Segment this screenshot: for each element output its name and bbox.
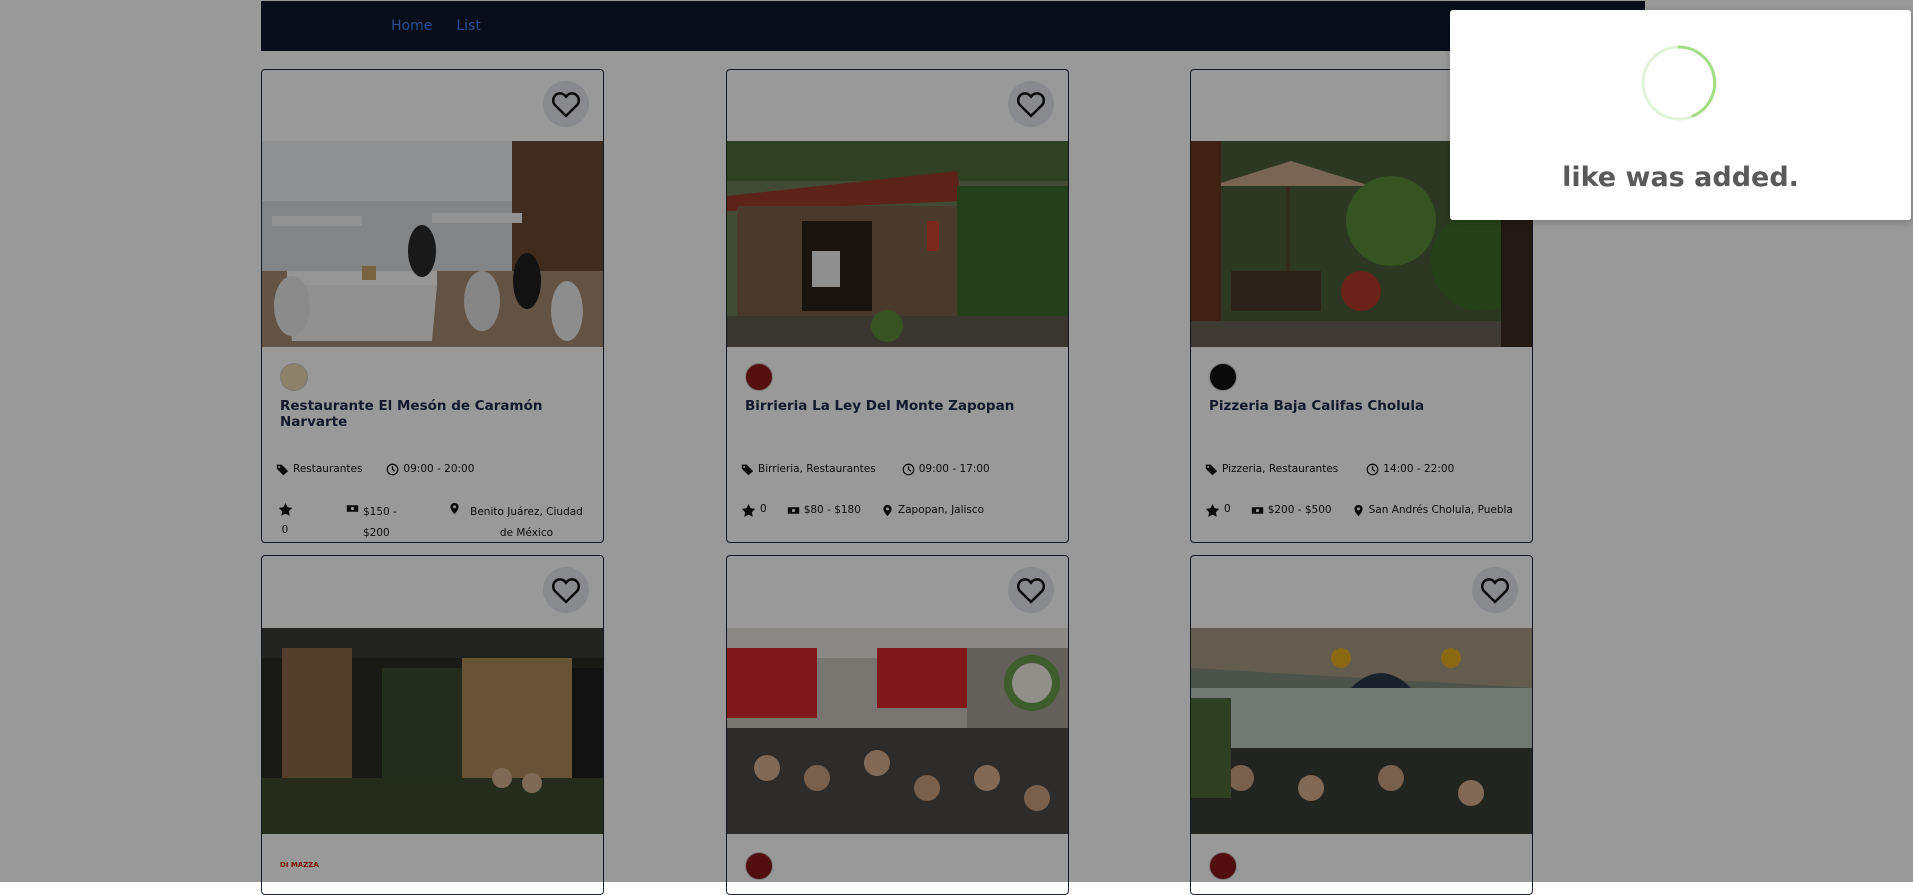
category: Restaurantes: [276, 463, 362, 476]
success-toast: like was added.: [1450, 10, 1911, 220]
hours: 09:00 - 20:00: [386, 463, 474, 476]
restaurant-card[interactable]: [726, 555, 1069, 895]
location: San Andrés Cholula, Puebla: [1352, 504, 1513, 517]
heart-icon: [551, 92, 581, 118]
price: $150 - $200: [346, 502, 406, 542]
category: Birrieria, Restaurantes: [741, 463, 876, 476]
star-icon: [278, 502, 292, 516]
restaurant-title[interactable]: Restaurante El Mesón de Caramón Narvarte: [280, 398, 591, 430]
restaurant-photo: [1191, 628, 1532, 834]
top-navbar: Home List: [261, 1, 1645, 51]
heart-icon: [1016, 578, 1046, 604]
restaurant-title[interactable]: Birrieria La Ley Del Monte Zapopan: [745, 398, 1056, 414]
nav-links: Home List: [391, 1, 481, 51]
restaurant-photo: [262, 141, 603, 347]
clock-icon: [1366, 463, 1379, 476]
restaurant-photo: [262, 628, 603, 834]
like-button[interactable]: [1008, 81, 1054, 127]
toast-message: like was added.: [1562, 162, 1799, 193]
loading-spinner-icon: [1641, 45, 1717, 121]
category-text: Pizzeria, Restaurantes: [1222, 463, 1339, 475]
price: $200 - $500: [1251, 504, 1332, 517]
location-text: San Andrés Cholula, Puebla: [1368, 504, 1513, 516]
restaurant-card[interactable]: DI MAZZA: [261, 555, 604, 895]
hours-text: 14:00 - 22:00: [1383, 463, 1455, 475]
map-pin-icon: [883, 504, 892, 517]
restaurant-title[interactable]: Pizzeria Baja Califas Cholula: [1209, 398, 1520, 414]
heart-icon: [551, 578, 581, 604]
hours: 14:00 - 22:00: [1366, 463, 1454, 476]
tag-icon: [276, 464, 289, 476]
rating-value: 0: [1224, 503, 1231, 515]
clock-icon: [902, 463, 915, 476]
meta-row-2: 0 $80 - $180 Zapopan, Jalisco: [741, 503, 1058, 518]
restaurant-logo: [1209, 363, 1237, 391]
like-button[interactable]: [1008, 567, 1054, 613]
price-text: $150 - $200: [363, 506, 397, 539]
restaurant-card[interactable]: [1190, 555, 1533, 895]
heart-icon: [1016, 92, 1046, 118]
heart-icon: [1480, 578, 1510, 604]
rating-value: 0: [760, 503, 767, 515]
location: Zapopan, Jalisco: [881, 504, 984, 517]
like-button[interactable]: [1472, 567, 1518, 613]
hours-text: 09:00 - 20:00: [403, 463, 475, 475]
map-pin-icon: [1354, 504, 1363, 517]
meta-row-2: 0 $200 - $500 San Andrés Cholula, Puebla: [1205, 503, 1522, 518]
meta-row-1: Pizzeria, Restaurantes 14:00 - 22:00: [1205, 463, 1522, 476]
price-text: $200 - $500: [1267, 504, 1332, 516]
nav-home-link[interactable]: Home: [391, 18, 432, 34]
rating: 0: [741, 503, 767, 518]
price-text: $80 - $180: [803, 504, 861, 516]
category-text: Restaurantes: [293, 463, 363, 475]
hours-text: 09:00 - 17:00: [918, 463, 990, 475]
restaurant-logo: [1209, 852, 1237, 880]
clock-icon: [387, 463, 399, 476]
category: Pizzeria, Restaurantes: [1205, 463, 1338, 476]
restaurant-logo: DI MAZZA: [280, 861, 319, 889]
rating: 0: [276, 502, 294, 536]
nav-list-link[interactable]: List: [456, 18, 480, 34]
restaurant-card[interactable]: Restaurante El Mesón de Caramón Narvarte…: [261, 69, 604, 543]
tag-icon: [1205, 464, 1218, 476]
money-icon: [1251, 507, 1263, 514]
tag-icon: [741, 464, 754, 476]
rating: 0: [1205, 503, 1231, 518]
meta-row-2: 0 $150 - $200 Benito Juárez, Ciudad de M…: [276, 502, 593, 542]
location-text: Benito Juárez, Ciudad de México: [470, 506, 583, 539]
meta-row-1: Birrieria, Restaurantes 09:00 - 17:00: [741, 463, 1058, 476]
money-icon: [787, 507, 799, 514]
category-text: Birrieria, Restaurantes: [758, 463, 876, 475]
money-icon: [346, 505, 359, 512]
price: $80 - $180: [787, 504, 861, 517]
map-pin-icon: [450, 502, 459, 515]
restaurant-logo: [745, 363, 773, 391]
restaurant-logo: [280, 363, 308, 391]
like-button[interactable]: [543, 81, 589, 127]
like-button[interactable]: [543, 567, 589, 613]
restaurant-photo: [727, 628, 1068, 834]
restaurant-card[interactable]: Birrieria La Ley Del Monte Zapopan Birri…: [726, 69, 1069, 543]
restaurant-logo: [745, 852, 773, 880]
star-icon: [1205, 503, 1220, 517]
rating-value: 0: [281, 524, 289, 536]
star-icon: [741, 503, 756, 517]
meta-row-1: Restaurantes 09:00 - 20:00: [276, 463, 593, 476]
location: Benito Juárez, Ciudad de México: [448, 502, 588, 542]
logo-text: DI MAZZA: [280, 861, 319, 869]
hours: 09:00 - 17:00: [902, 463, 990, 476]
restaurant-photo: [727, 141, 1068, 347]
location-text: Zapopan, Jalisco: [897, 504, 985, 516]
